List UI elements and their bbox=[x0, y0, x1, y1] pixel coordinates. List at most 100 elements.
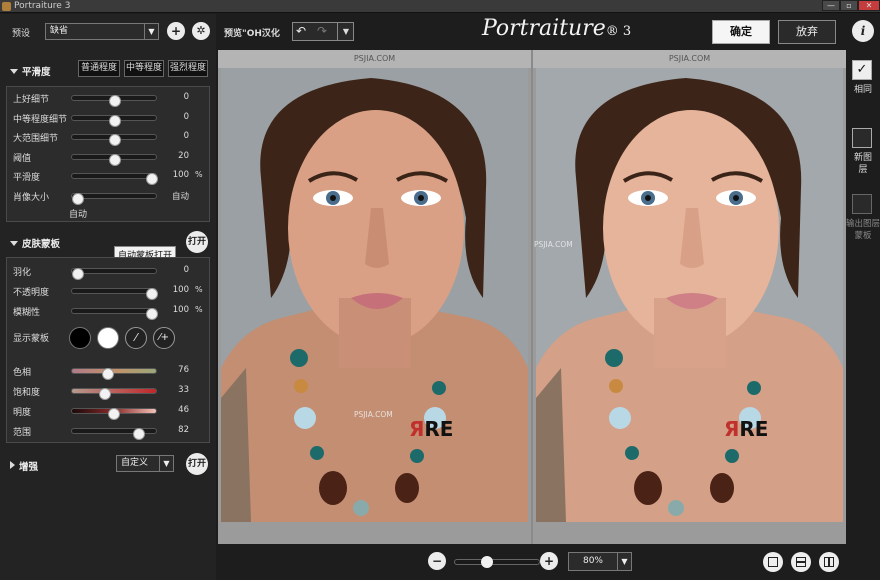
slider-knob[interactable] bbox=[72, 192, 84, 205]
slider-track[interactable] bbox=[71, 428, 157, 440]
slider-unit: % bbox=[195, 305, 203, 314]
output-mask-label: 输出图层蒙板 bbox=[846, 219, 880, 241]
slider-knob[interactable] bbox=[146, 308, 158, 320]
slider-row: 模糊性 100% bbox=[7, 304, 211, 320]
zoom-out-button[interactable]: − bbox=[428, 552, 446, 570]
slider-knob[interactable] bbox=[72, 268, 84, 280]
mask-black-swatch[interactable] bbox=[69, 327, 91, 349]
slider-label: 明度 bbox=[13, 408, 32, 418]
enhance-select[interactable]: 自定义 ▼ bbox=[116, 455, 174, 472]
skin-mask-open-button[interactable]: 打开 bbox=[186, 231, 208, 253]
brand-version: ® 3 bbox=[605, 24, 632, 39]
slider-knob[interactable] bbox=[107, 408, 120, 420]
slider-row: 羽化 0 bbox=[7, 264, 211, 280]
split-vertical-icon[interactable] bbox=[819, 552, 839, 572]
slider-value: 76 bbox=[178, 365, 189, 375]
redo-icon[interactable]: ↷ bbox=[317, 24, 327, 38]
cancel-button[interactable]: 放弃 bbox=[778, 20, 836, 44]
slider-track[interactable] bbox=[71, 173, 158, 185]
slider-knob[interactable] bbox=[109, 114, 121, 127]
slider-track[interactable] bbox=[71, 95, 157, 107]
slider-track[interactable] bbox=[71, 114, 157, 127]
enhance-open-button[interactable]: 打开 bbox=[186, 453, 208, 475]
eyedropper-icon[interactable]: ⁄ bbox=[125, 327, 147, 349]
eyedropper-plus-icon[interactable]: ⁄+ bbox=[153, 327, 175, 349]
slider-knob[interactable] bbox=[109, 134, 121, 146]
slider-knob[interactable] bbox=[109, 153, 121, 166]
slider-row: 范围 82 bbox=[7, 424, 211, 440]
minimize-button[interactable]: — bbox=[822, 0, 840, 11]
split-horizontal-icon[interactable] bbox=[791, 552, 811, 572]
undo-icon[interactable]: ↶ bbox=[296, 24, 306, 38]
slider-label: 饱和度 bbox=[13, 388, 41, 398]
new-layer-checkbox[interactable] bbox=[852, 128, 872, 148]
slider-value: 0 bbox=[183, 131, 189, 141]
maximize-button[interactable]: ▫ bbox=[840, 0, 858, 11]
slider-track[interactable] bbox=[71, 368, 157, 380]
slider-value: 20 bbox=[178, 150, 189, 161]
slider-row: 上好细节 0 bbox=[7, 91, 211, 107]
slider-track[interactable] bbox=[71, 192, 157, 205]
close-button[interactable]: ✕ bbox=[858, 0, 880, 11]
slider-knob[interactable] bbox=[146, 173, 158, 185]
chevron-down-icon: ▼ bbox=[144, 24, 158, 39]
slider-track[interactable] bbox=[71, 153, 157, 166]
slider-row: 中等程度细节 0 bbox=[7, 111, 211, 127]
level-strong-button[interactable]: 强烈程度 bbox=[168, 60, 208, 77]
slider-knob[interactable] bbox=[146, 288, 158, 300]
svg-text:ЯRE: ЯRE bbox=[724, 417, 768, 441]
zoom-select[interactable]: 80% ▼ bbox=[568, 552, 632, 571]
slider-track[interactable] bbox=[71, 408, 157, 420]
slider-label: 大范围细节 bbox=[13, 134, 59, 144]
enhance-section-header[interactable]: 增强 bbox=[10, 459, 38, 473]
single-view-icon[interactable] bbox=[763, 552, 783, 572]
output-mask-checkbox[interactable] bbox=[852, 194, 872, 214]
slider-value: 82 bbox=[178, 425, 189, 435]
slider-label: 平滑度 bbox=[13, 173, 41, 183]
slider-knob[interactable] bbox=[109, 95, 121, 107]
slider-track[interactable] bbox=[71, 268, 157, 280]
slider-row: 肖像大小 自动 bbox=[7, 189, 211, 205]
smoothing-section-header[interactable]: 平滑度 bbox=[10, 64, 51, 78]
slider-label: 模糊性 bbox=[13, 308, 41, 318]
slider-knob[interactable] bbox=[132, 428, 145, 440]
chevron-down-icon: ▼ bbox=[159, 456, 173, 471]
portrait-retouched-image: ЯRE bbox=[536, 68, 843, 522]
slider-knob[interactable] bbox=[98, 388, 111, 400]
skin-mask-section-header[interactable]: 皮肤蒙板 bbox=[10, 236, 60, 250]
preset-value: 缺省 bbox=[50, 26, 69, 36]
enhance-select-value: 自定义 bbox=[121, 458, 149, 468]
ok-button[interactable]: 确定 bbox=[712, 20, 770, 44]
skin-mask-panel: 显示蒙板 ⁄ ⁄+ 羽化 0 不透明度 100% 模糊性 100% 色相 76 饱和度 33 明度 4… bbox=[6, 257, 210, 443]
slider-knob[interactable] bbox=[101, 368, 114, 380]
brand-name: Portraiture bbox=[482, 16, 606, 41]
slider-track[interactable] bbox=[71, 134, 157, 146]
same-layer-checkbox[interactable]: ✓ bbox=[852, 60, 872, 80]
portrait-original-image: ЯRE bbox=[221, 68, 528, 522]
slider-label: 羽化 bbox=[13, 268, 32, 278]
zoom-slider[interactable] bbox=[454, 556, 540, 568]
preset-label: 预设 bbox=[12, 29, 31, 39]
add-preset-button[interactable]: + bbox=[167, 22, 185, 40]
mask-white-swatch[interactable] bbox=[97, 327, 119, 349]
slider-value: 0 bbox=[183, 265, 189, 275]
slider-label: 中等程度细节 bbox=[13, 114, 68, 125]
original-preview[interactable]: PSJIA.COM ЯRE bbox=[218, 50, 531, 544]
preset-select[interactable]: 缺省 ▼ bbox=[45, 23, 159, 40]
level-medium-button[interactable]: 中等程度 bbox=[124, 60, 164, 77]
gear-icon[interactable]: ✲ bbox=[192, 22, 210, 40]
app-icon bbox=[2, 2, 11, 11]
zoom-slider-knob[interactable] bbox=[480, 556, 493, 568]
chevron-down-icon[interactable]: ▼ bbox=[337, 23, 354, 40]
level-normal-button[interactable]: 普通程度 bbox=[78, 60, 120, 77]
slider-row: 色相 76 bbox=[7, 364, 211, 380]
watermark: PSJIA.COM bbox=[534, 240, 573, 249]
slider-track[interactable] bbox=[71, 288, 158, 300]
retouched-preview[interactable]: PSJIA.COM ЯRE bbox=[533, 50, 846, 544]
slider-track[interactable] bbox=[71, 308, 158, 320]
info-icon[interactable]: i bbox=[852, 20, 874, 42]
zoom-bar: − + 80% ▼ bbox=[218, 544, 880, 580]
slider-track[interactable] bbox=[71, 388, 157, 400]
zoom-in-button[interactable]: + bbox=[540, 552, 558, 570]
settings-panel: 预设 缺省 ▼ + ✲ 平滑度 普通程度 中等程度 强烈程度 上好细节 0 中等程度… bbox=[0, 14, 216, 580]
